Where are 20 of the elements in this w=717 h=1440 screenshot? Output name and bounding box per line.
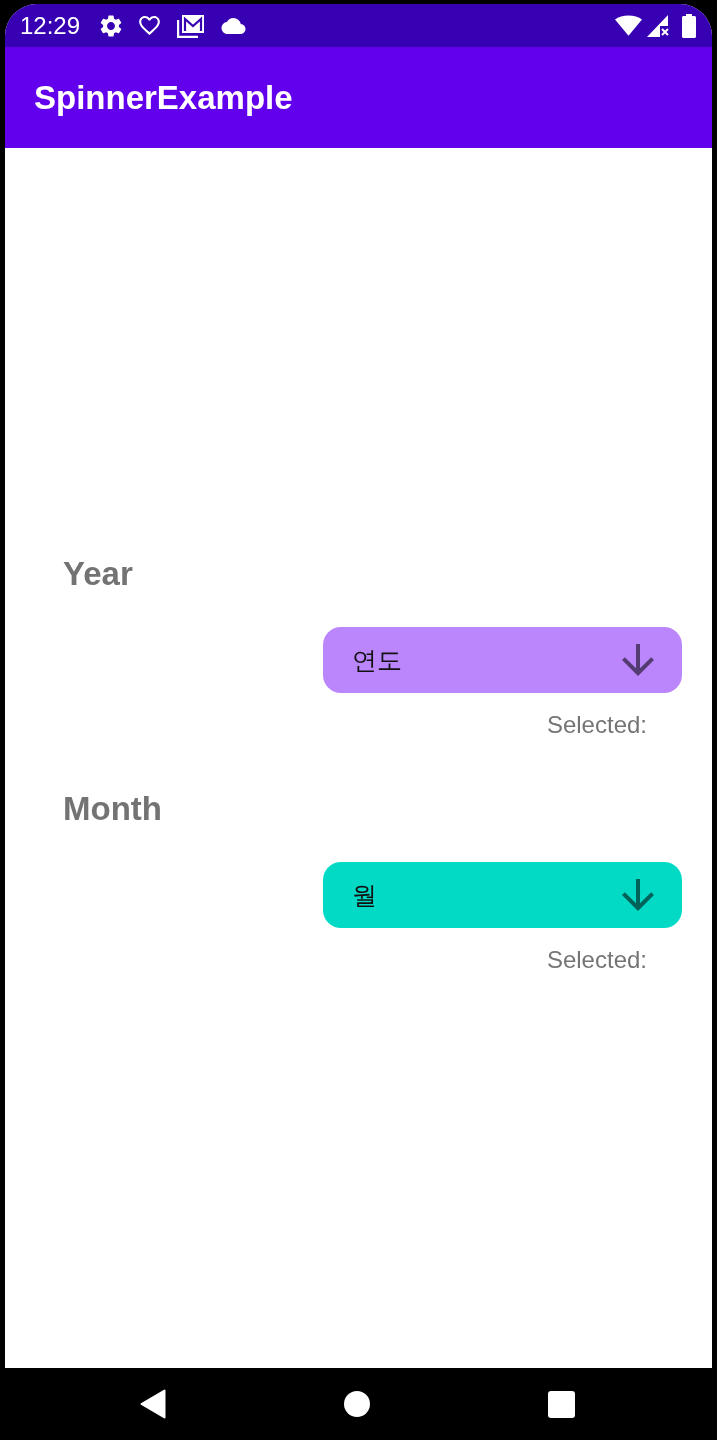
heart-icon — [139, 16, 161, 35]
mail-stack-icon — [177, 13, 205, 38]
field-label: Year — [63, 554, 133, 594]
wifi-icon — [615, 15, 642, 36]
arrow-down-icon — [622, 879, 654, 911]
gear-icon — [100, 14, 123, 37]
home-icon[interactable] — [344, 1391, 370, 1417]
status-time: 12:29 — [20, 11, 81, 40]
dropdown-spinner[interactable]: 월 — [323, 862, 682, 928]
arrow-down-icon — [622, 644, 654, 676]
field-label: Month — [63, 789, 162, 829]
dropdown-spinner[interactable]: 연도 — [323, 627, 682, 693]
app-title: SpinnerExample — [34, 78, 293, 117]
signal-icon — [646, 13, 670, 38]
cloud-icon — [221, 17, 247, 34]
back-icon[interactable] — [140, 1389, 166, 1419]
selected-value-text: Selected: — [546, 711, 647, 739]
battery-icon — [682, 13, 696, 38]
selected-value-text: Selected: — [546, 946, 647, 974]
recents-icon[interactable] — [548, 1390, 575, 1418]
